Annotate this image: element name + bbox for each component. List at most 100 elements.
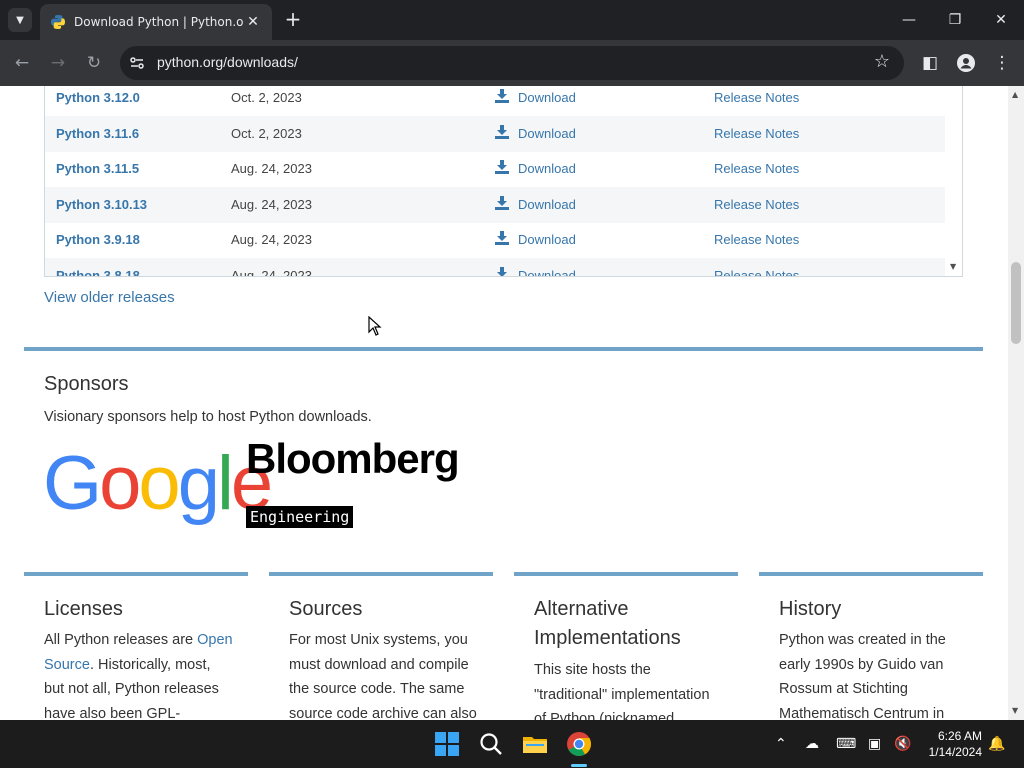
column-divider [24,572,248,576]
release-version-link[interactable]: Python 3.11.5 [56,161,139,176]
volume-muted-icon[interactable]: 🔇 [894,736,911,752]
column-divider [759,572,983,576]
side-panel-icon[interactable]: ◧ [918,51,942,75]
taskbar: ⌃ ☁ ⌨ ▣ 🔇 6:26 AM 1/14/2024 🔔 [0,720,1024,768]
menu-icon[interactable]: ⋮ [990,51,1014,75]
browser-toolbar: ← → ↻ python.org/downloads/ ☆ ◧ ⋮ [0,40,1024,86]
scroll-up-arrow-icon[interactable]: ▲ [1012,90,1018,99]
release-date: Aug. 24, 2023 [231,161,312,176]
minimize-button[interactable]: — [886,6,932,34]
release-table: Python 3.12.0 Oct. 2, 2023 Download Rele… [44,86,963,277]
download-icon [497,267,507,276]
history-line: Rossum at Stichting [779,681,908,697]
download-icon [495,196,509,210]
release-version-link[interactable]: Python 3.8.18 [56,268,140,276]
show-hidden-icons-icon[interactable]: ⌃ [775,736,787,752]
sponsors-heading: Sponsors [44,373,129,395]
download-link[interactable]: Download [518,126,576,141]
restore-button[interactable]: ❐ [932,6,978,34]
view-older-releases-link[interactable]: View older releases [44,289,175,306]
release-date: Aug. 24, 2023 [231,232,312,247]
scroll-down-arrow-icon[interactable]: ▼ [1012,706,1018,715]
section-divider [24,347,983,351]
table-row: Python 3.10.13 Aug. 24, 2023 Download Re… [45,187,945,223]
system-clock[interactable]: 6:26 AM 1/14/2024 [929,728,982,760]
download-link[interactable]: Download [518,268,576,276]
search-icon[interactable] [477,730,505,758]
clock-time: 6:26 AM [937,729,982,743]
google-logo[interactable]: Google [43,446,273,522]
release-version-link[interactable]: Python 3.12.0 [56,90,140,105]
scrollbar-thumb[interactable] [1011,262,1021,344]
release-table-scrollbar[interactable]: ▼ [945,86,962,276]
tab-search-button[interactable]: ▼ [8,8,32,32]
download-icon [495,125,509,139]
network-icon[interactable]: ▣ [868,736,881,752]
active-tab[interactable]: Download Python | Python.org ✕ [40,4,272,40]
python-logo-icon [51,15,65,29]
tab-title: Download Python | Python.org [74,15,244,29]
onedrive-cloud-icon[interactable]: ☁ [805,736,819,752]
licenses-line: but not all, Python releases [44,681,219,697]
sources-line: For most Unix systems, you [289,632,468,648]
alternative-heading-line: Alternative [534,598,629,620]
forward-arrow-icon[interactable]: → [46,51,70,75]
history-text: Python was created in the early 1990s by… [779,628,979,720]
sources-line: the source code. The same [289,681,465,697]
history-line: early 1990s by Guido van [779,656,944,673]
active-app-indicator [571,764,587,767]
open-source-link[interactable]: Source [44,657,90,673]
release-version-link[interactable]: Python 3.11.6 [56,126,139,141]
table-row: Python 3.12.0 Oct. 2, 2023 Download Rele… [45,86,945,116]
table-row: Python 3.11.5 Aug. 24, 2023 Download Rel… [45,151,945,187]
page-scrollbar[interactable]: ▲ ▼ [1008,86,1024,720]
close-window-button[interactable]: ✕ [978,6,1024,34]
close-tab-icon[interactable]: ✕ [244,14,262,30]
release-notes-link[interactable]: Release Notes [714,161,799,176]
release-notes-link[interactable]: Release Notes [714,197,799,212]
download-icon [495,160,509,174]
download-link[interactable]: Download [518,197,576,212]
release-date: Oct. 2, 2023 [231,126,302,141]
new-tab-button[interactable]: + [282,8,304,30]
bloomberg-logo[interactable]: Bloomberg [246,438,460,480]
alternative-line: "traditional" implementation [534,686,710,703]
sources-line: must download and compile [289,656,469,673]
alternative-line: of Python (nicknamed [534,711,675,720]
chrome-icon[interactable] [565,730,593,758]
release-notes-link[interactable]: Release Notes [714,90,799,105]
licenses-heading: Licenses [44,598,123,620]
file-explorer-icon[interactable] [521,730,549,758]
tab-bar: ▼ Download Python | Python.org ✕ + — ❐ ✕ [0,0,1024,40]
windows-start-icon[interactable] [433,730,461,758]
back-arrow-icon[interactable]: ← [10,51,34,75]
open-source-link[interactable]: Open [197,632,232,648]
scroll-down-arrow-icon[interactable]: ▼ [950,262,956,271]
sponsors-text: Visionary sponsors help to host Python d… [44,409,372,425]
alternative-text: This site hosts the "traditional" implem… [534,658,734,720]
download-link[interactable]: Download [518,232,576,247]
alternative-heading: Alternative Implementations [534,598,681,650]
address-bar[interactable]: python.org/downloads/ ☆ [120,46,904,80]
release-notes-link[interactable]: Release Notes [714,232,799,247]
download-link[interactable]: Download [518,161,576,176]
release-notes-link[interactable]: Release Notes [714,126,799,141]
notification-bell-icon[interactable]: 🔔 [988,736,1005,752]
url-text: python.org/downloads/ [157,54,298,70]
table-row: Python 3.9.18 Aug. 24, 2023 Download Rel… [45,222,945,258]
profile-icon[interactable] [956,53,976,73]
site-info-icon[interactable] [128,54,146,72]
keyboard-icon[interactable]: ⌨ [836,736,856,752]
sources-heading: Sources [289,598,363,620]
release-notes-link[interactable]: Release Notes [714,268,799,276]
table-row: Python 3.11.6 Oct. 2, 2023 Download Rele… [45,116,945,152]
release-version-link[interactable]: Python 3.10.13 [56,197,147,212]
bookmark-star-icon[interactable]: ☆ [874,51,890,72]
release-version-link[interactable]: Python 3.9.18 [56,232,140,247]
history-line: Python was created in the [779,632,946,648]
bloomberg-engineering-badge: Engineering [246,506,353,528]
download-link[interactable]: Download [518,90,576,105]
column-divider [514,572,738,576]
reload-icon[interactable]: ↻ [82,51,106,75]
licenses-line: All Python releases are [44,632,198,648]
